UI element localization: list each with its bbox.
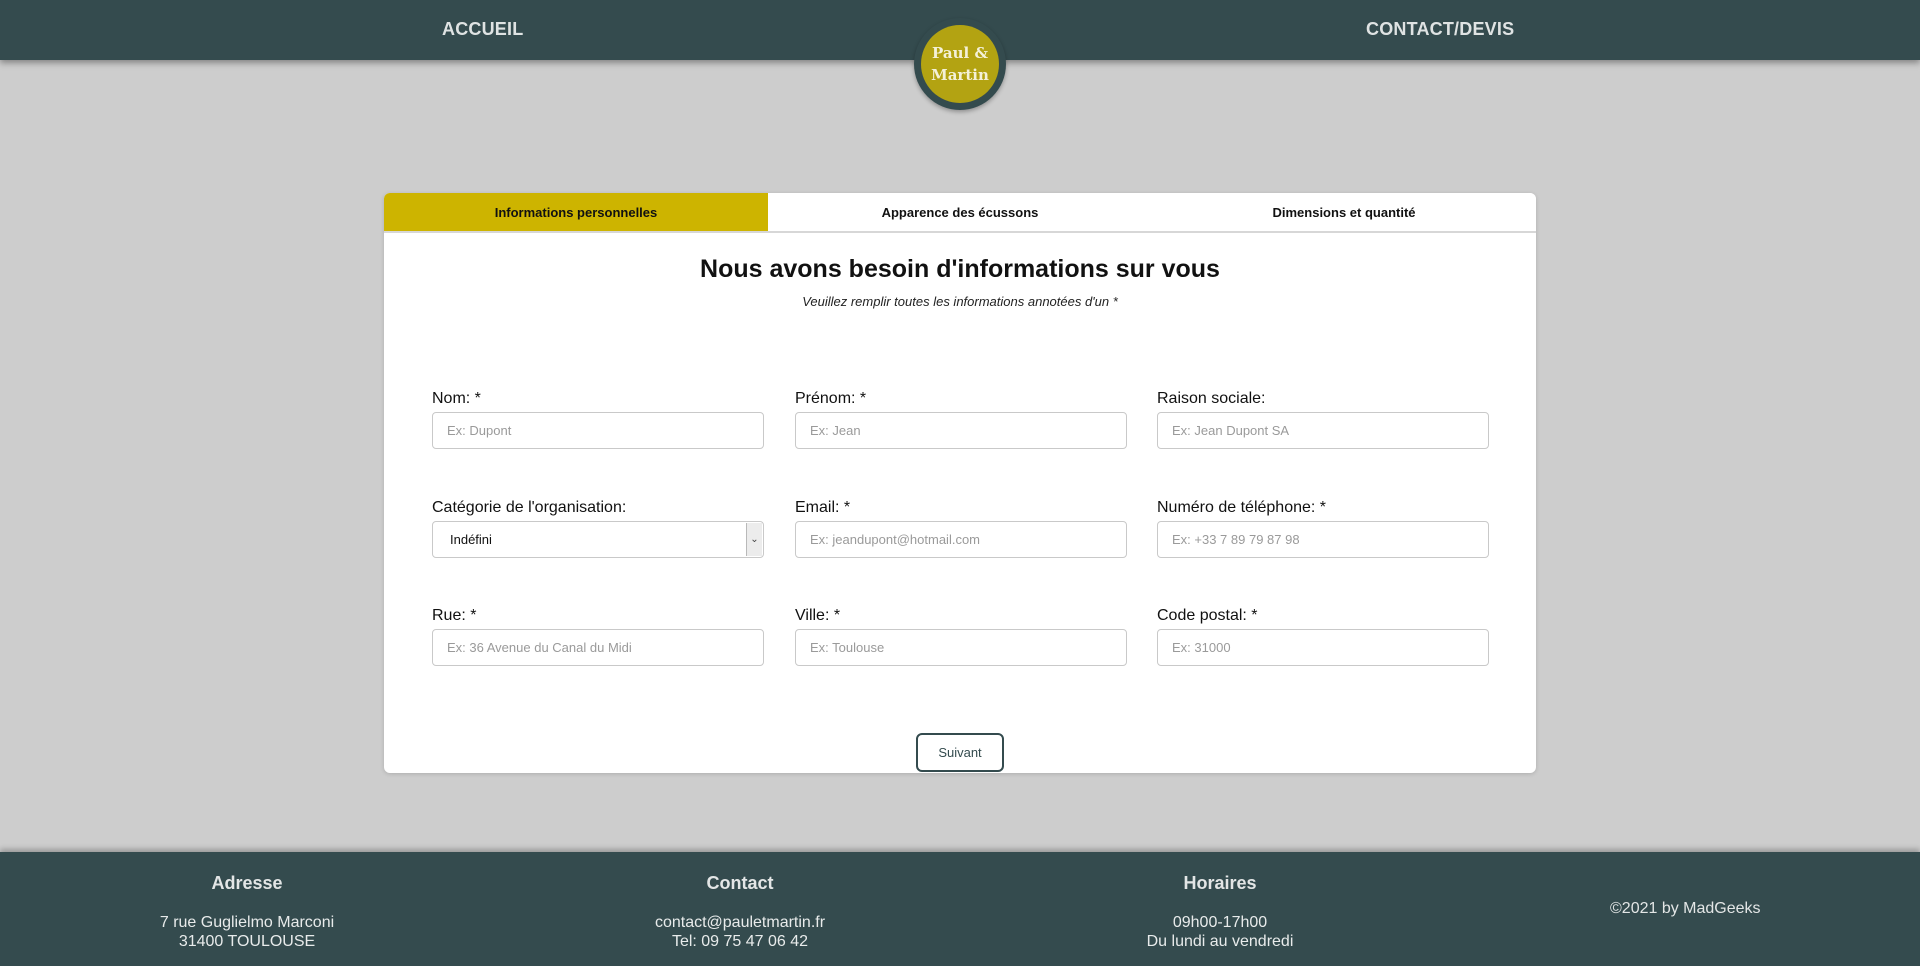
categorie-select[interactable]: Indéfini ⌄ xyxy=(432,521,764,558)
logo-text-line2: Martin xyxy=(931,66,989,84)
tab-dimensions-quantite[interactable]: Dimensions et quantité xyxy=(1152,193,1536,231)
prenom-label: Prénom: * xyxy=(795,390,867,407)
footer-hours-title: Horaires xyxy=(1183,873,1257,893)
field-email: Email: * xyxy=(795,499,1127,558)
field-raison-sociale: Raison sociale: xyxy=(1157,390,1489,449)
footer-address-title: Adresse xyxy=(211,873,283,893)
field-rue: Rue: * xyxy=(432,607,764,666)
footer-address: Adresse 7 rue Guglielmo Marconi 31400 TO… xyxy=(97,852,397,951)
field-telephone: Numéro de téléphone: * xyxy=(1157,499,1489,558)
field-categorie: Catégorie de l'organisation: Indéfini ⌄ xyxy=(432,499,764,558)
ville-input[interactable] xyxy=(795,629,1127,666)
next-button[interactable]: Suivant xyxy=(916,733,1004,772)
prenom-input[interactable] xyxy=(795,412,1127,449)
logo[interactable]: Paul & Martin xyxy=(914,18,1006,110)
telephone-label: Numéro de téléphone: * xyxy=(1157,499,1326,516)
logo-badge: Paul & Martin xyxy=(921,25,999,103)
email-label: Email: * xyxy=(795,499,851,516)
footer-address-line2: 31400 TOULOUSE xyxy=(178,933,316,950)
code-postal-input[interactable] xyxy=(1157,629,1489,666)
footer: Adresse 7 rue Guglielmo Marconi 31400 TO… xyxy=(0,852,1920,966)
chevron-down-icon[interactable]: ⌄ xyxy=(746,523,762,556)
raison-sociale-input[interactable] xyxy=(1157,412,1489,449)
footer-hours-days: Du lundi au vendredi xyxy=(1146,933,1294,950)
footer-contact-email[interactable]: contact@pauletmartin.fr xyxy=(590,913,890,932)
telephone-input[interactable] xyxy=(1157,521,1489,558)
footer-hours: Horaires 09h00-17h00 Du lundi au vendred… xyxy=(1070,852,1370,951)
ville-label: Ville: * xyxy=(795,607,841,624)
footer-contact-phone: Tel: 09 75 47 06 42 xyxy=(671,933,809,950)
field-nom: Nom: * xyxy=(432,390,764,449)
nav-link-accueil[interactable]: ACCUEIL xyxy=(442,19,523,40)
step-tabs: Informations personnelles Apparence des … xyxy=(384,193,1536,233)
tab-informations-personnelles[interactable]: Informations personnelles xyxy=(384,193,768,231)
rue-input[interactable] xyxy=(432,629,764,666)
code-postal-label: Code postal: * xyxy=(1157,607,1258,624)
tab-apparence-ecussons[interactable]: Apparence des écussons xyxy=(768,193,1152,231)
field-prenom: Prénom: * xyxy=(795,390,1127,449)
footer-contact: Contact contact@pauletmartin.fr Tel: 09 … xyxy=(590,852,890,951)
logo-text-line1: Paul & xyxy=(932,44,988,62)
nav-link-contact-devis[interactable]: CONTACT/DEVIS xyxy=(1366,19,1514,40)
footer-address-line1: 7 rue Guglielmo Marconi xyxy=(159,914,335,931)
rue-label: Rue: * xyxy=(432,607,477,624)
email-input[interactable] xyxy=(795,521,1127,558)
nom-label: Nom: * xyxy=(432,390,481,407)
nom-input[interactable] xyxy=(432,412,764,449)
categorie-label: Catégorie de l'organisation: xyxy=(432,499,627,516)
footer-contact-title: Contact xyxy=(706,873,774,893)
form-title: Nous avons besoin d'informations sur vou… xyxy=(700,255,1220,283)
form-card: Informations personnelles Apparence des … xyxy=(384,193,1536,773)
categorie-selected-value: Indéfini xyxy=(450,532,492,547)
field-ville: Ville: * xyxy=(795,607,1127,666)
footer-hours-time: 09h00-17h00 xyxy=(1172,914,1268,931)
footer-copyright: ©2021 by MadGeeks xyxy=(1610,900,1761,917)
field-code-postal: Code postal: * xyxy=(1157,607,1489,666)
form-subtitle: Veuillez remplir toutes les informations… xyxy=(802,294,1118,309)
raison-sociale-label: Raison sociale: xyxy=(1157,390,1266,407)
